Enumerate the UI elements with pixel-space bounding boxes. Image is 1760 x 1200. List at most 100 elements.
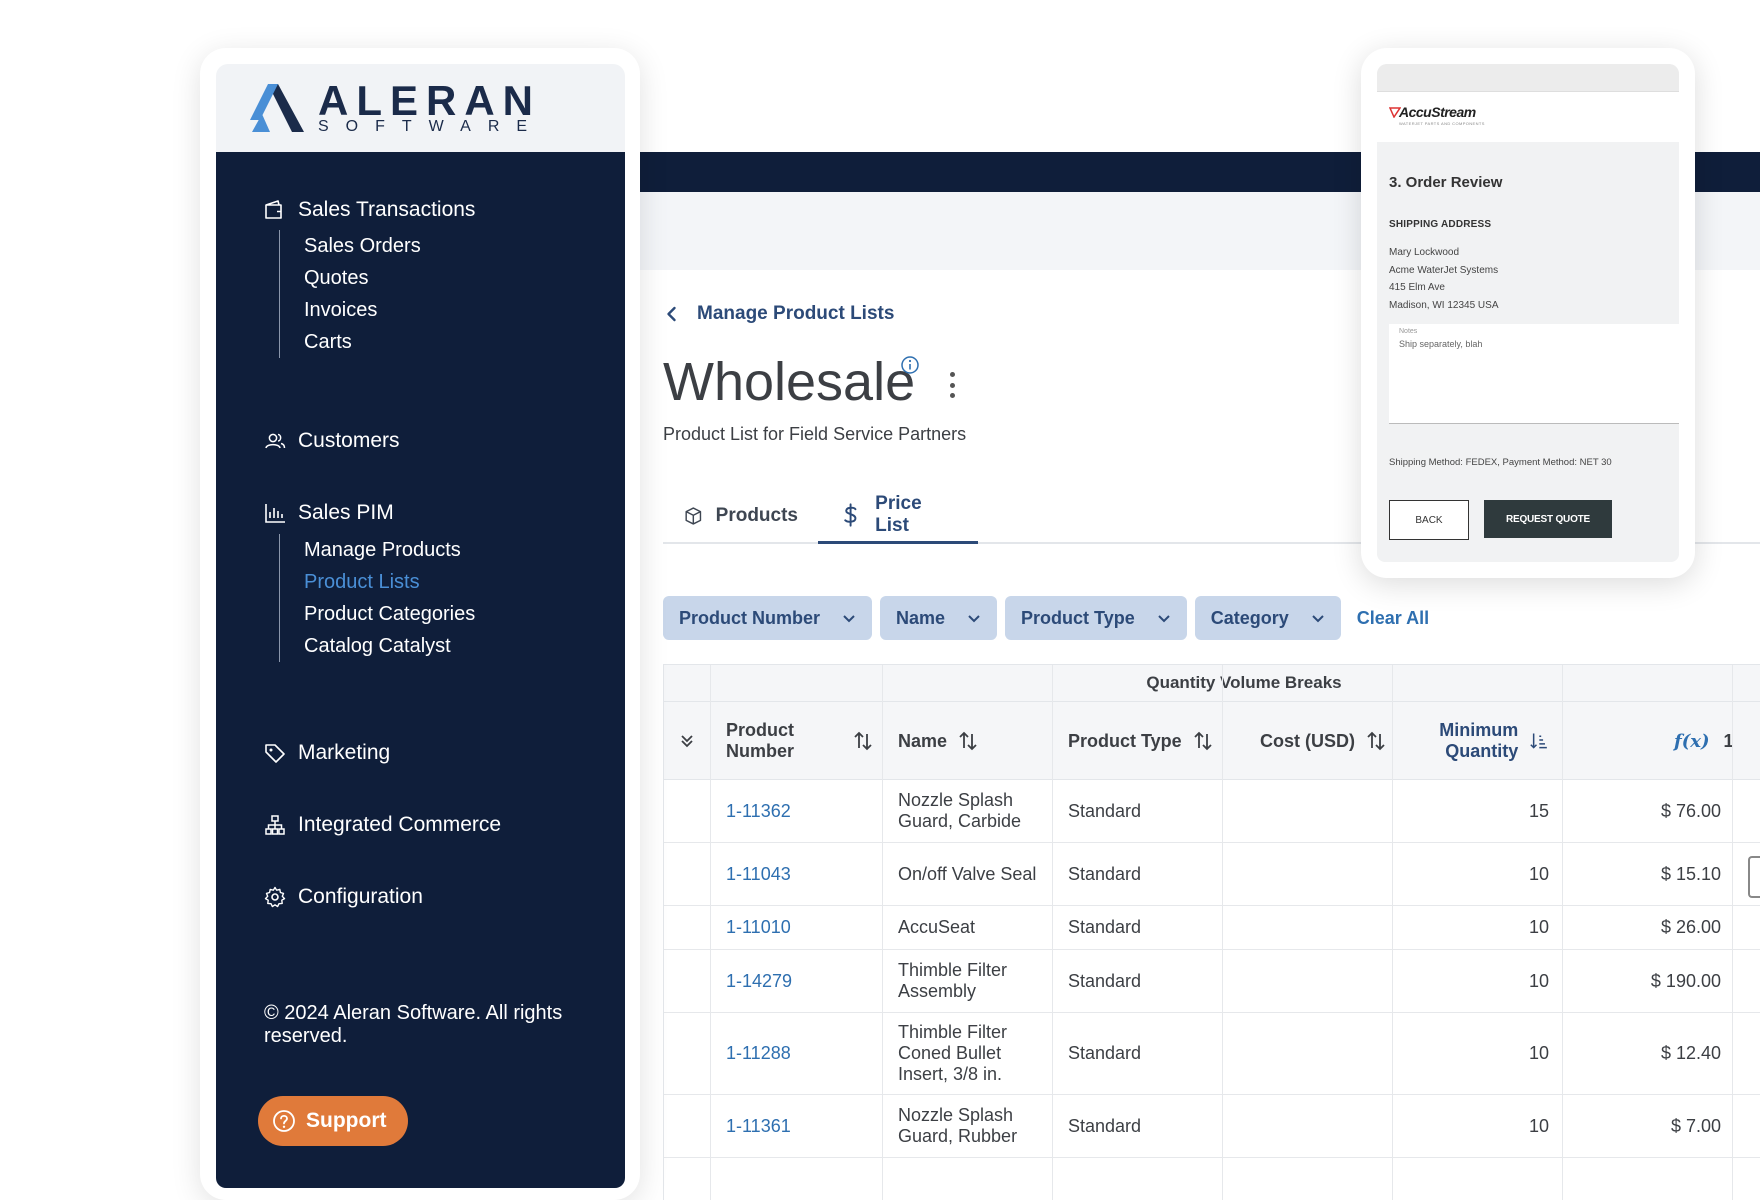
price-cell: $ 26.00 — [1660, 917, 1721, 937]
nav-item-quotes[interactable]: Quotes — [304, 262, 421, 294]
product-number-link[interactable]: 1-11010 — [726, 906, 876, 949]
back-button[interactable]: BACK — [1389, 500, 1469, 540]
notes-label: Notes — [1399, 328, 1418, 335]
nav-sales-transactions[interactable]: Sales Transactions — [264, 198, 475, 222]
column-divider — [1222, 665, 1223, 1200]
sort-icon[interactable] — [1192, 730, 1214, 752]
table-body: 1-11362 Nozzle Splash Guard, Carbide Stand… — [664, 780, 1760, 1158]
sidebar-nav: Sales Transactions Sales Orders Quotes I… — [216, 152, 625, 1188]
cost-cell — [1238, 780, 1378, 842]
sort-icon[interactable] — [957, 730, 979, 752]
product-name-cell: AccuSeat — [898, 917, 976, 937]
product-number-link[interactable]: 1-11288 — [726, 1013, 876, 1094]
copyright-text: © 2024 Aleran Software. All rights reser… — [264, 1002, 563, 1047]
breadcrumb-label: Manage Product Lists — [697, 303, 895, 324]
more-options-icon[interactable] — [940, 368, 964, 402]
filter-category[interactable]: Category — [1194, 596, 1341, 640]
sales-transactions-submenu: Sales Orders Quotes Invoices Carts — [279, 230, 421, 358]
users-icon — [265, 433, 286, 449]
sort-ascending-icon[interactable] — [1528, 730, 1549, 752]
chevron-down-icon — [1312, 615, 1324, 623]
product-name-cell: Nozzle Splash Guard, Rubber — [898, 1105, 1018, 1146]
info-icon[interactable] — [900, 355, 920, 375]
logo-subtitle: SOFTWARE — [318, 118, 545, 135]
filter-product-type[interactable]: Product Type — [1005, 596, 1187, 640]
chevron-down-icon — [1158, 615, 1170, 623]
clear-all-link[interactable]: Clear All — [1357, 608, 1429, 629]
nav-item-catalog-catalyst[interactable]: Catalog Catalyst — [304, 630, 475, 662]
product-number-link[interactable]: 1-11362 — [726, 780, 876, 842]
tag-icon — [265, 744, 285, 763]
network-icon — [265, 815, 285, 835]
nav-item-manage-products[interactable]: Manage Products — [304, 534, 475, 566]
nav-configuration[interactable]: Configuration — [264, 885, 423, 909]
nav-integrated-commerce[interactable]: Integrated Commerce — [264, 813, 501, 837]
table-row: 1-11043 On/off Valve Seal Standard 10 $ 15.1… — [664, 843, 1760, 906]
sort-icon[interactable] — [852, 730, 874, 752]
filter-name[interactable]: Name — [880, 596, 998, 640]
tab-price-list[interactable]: Price List — [818, 488, 978, 544]
product-name-cell: On/off Valve Seal — [898, 863, 1037, 884]
product-number-link[interactable]: 1-11361 — [726, 1095, 876, 1157]
collapse-rows-icon[interactable] — [678, 702, 708, 780]
nav-section-label: Sales Transactions — [298, 198, 476, 221]
nav-sales-pim[interactable]: Sales PIM — [264, 501, 394, 525]
support-label: Support — [306, 1109, 387, 1132]
cost-cell — [1238, 843, 1378, 905]
tab-products-label: Products — [715, 505, 798, 526]
table-row: 1-11362 Nozzle Splash Guard, Carbide Stand… — [664, 780, 1760, 843]
filter-label: Product Type — [1021, 607, 1135, 628]
row-action-input[interactable] — [1748, 856, 1760, 898]
price-cell: $ 7.00 — [1670, 1115, 1721, 1136]
nav-item-product-lists[interactable]: Product Lists — [304, 566, 475, 598]
nav-item-invoices[interactable]: Invoices — [304, 294, 421, 326]
sales-pim-submenu: Manage Products Product Lists Product Ca… — [279, 534, 475, 662]
column-divider — [1052, 665, 1053, 1200]
dollar-icon — [844, 502, 857, 527]
support-button[interactable]: Support — [258, 1096, 408, 1146]
price-cell: $ 190.00 — [1650, 970, 1721, 991]
nav-item-carts[interactable]: Carts — [304, 326, 421, 358]
column-label: Name — [898, 730, 948, 751]
page-subtitle: Product List for Field Service Partners — [663, 424, 967, 444]
filter-bar: Product Number Name Product Type Categor… — [663, 596, 1429, 640]
nav-section-label: Integrated Commerce — [298, 813, 502, 836]
product-number-link[interactable]: 1-11043 — [726, 843, 876, 905]
nav-customers[interactable]: Customers — [264, 429, 400, 453]
shipping-payment-methods: Shipping Method: FEDEX, Payment Method: … — [1389, 457, 1612, 468]
filter-label: Product Number — [679, 607, 821, 628]
column-divider — [1562, 665, 1563, 1200]
column-divider — [1732, 665, 1733, 1200]
phone-status-bar — [1377, 64, 1679, 92]
notes-value: Ship separately, blah — [1399, 339, 1483, 349]
column-label: Product Number — [726, 720, 795, 761]
notes-field[interactable]: Notes Ship separately, blah — [1389, 324, 1679, 424]
minimum-quantity-cell: 10 — [1528, 970, 1549, 991]
filter-product-number[interactable]: Product Number — [663, 596, 873, 640]
nav-marketing[interactable]: Marketing — [264, 741, 390, 765]
request-quote-button[interactable]: REQUEST QUOTE — [1484, 500, 1612, 538]
table-row: 1-11288 Thimble Filter Coned Bullet Inser… — [664, 1013, 1760, 1095]
nav-item-sales-orders[interactable]: Sales Orders — [304, 230, 421, 262]
tab-products[interactable]: Products — [663, 488, 818, 544]
filter-label: Category — [1210, 607, 1289, 628]
breadcrumb-back-link[interactable]: Manage Product Lists — [663, 303, 894, 325]
nav-item-product-categories[interactable]: Product Categories — [304, 598, 475, 630]
product-type-cell: Standard — [1068, 863, 1142, 884]
gear-icon — [264, 886, 286, 908]
column-formula[interactable]: f(x) 1 — [1674, 702, 1759, 780]
sort-icon[interactable] — [1365, 730, 1387, 752]
price-cell: $ 15.10 — [1660, 863, 1721, 884]
product-name-cell: Thimble Filter Coned Bullet Insert, 3/8 … — [898, 1022, 1008, 1084]
product-type-cell: Standard — [1068, 917, 1142, 937]
address-line: Madison, WI 12345 USA — [1389, 299, 1499, 311]
column-label: Cost (USD) — [1260, 730, 1355, 751]
product-number-link[interactable]: 1-14279 — [726, 950, 876, 1012]
column-cost: Cost (USD) — [1260, 702, 1420, 780]
column-name: Name — [898, 702, 1058, 780]
cost-cell — [1238, 1095, 1378, 1157]
product-type-cell: Standard — [1068, 1043, 1142, 1063]
help-circle-icon — [273, 1110, 295, 1132]
filter-label: Name — [896, 607, 946, 628]
wallet-icon — [265, 200, 282, 219]
